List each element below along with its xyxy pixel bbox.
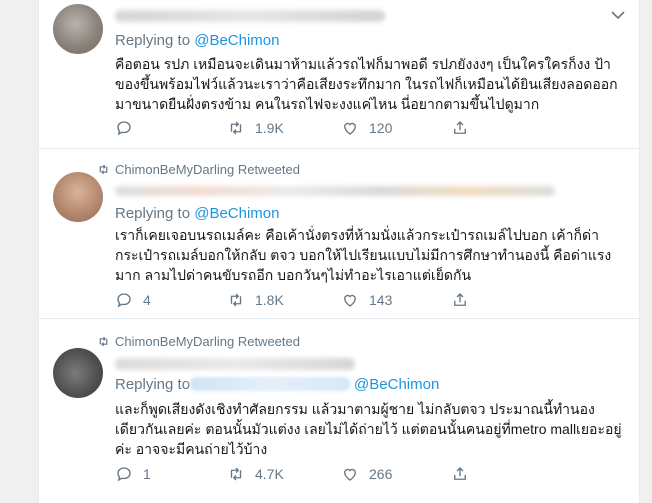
tweet-actions: 1.9K 120: [115, 118, 555, 138]
mention-link[interactable]: @BeChimon: [194, 205, 279, 222]
tweet-1[interactable]: Replying to @BeChimon คือตอน รปภ เหมือนจ…: [39, 0, 639, 149]
reply-icon: [117, 121, 131, 136]
reply-button[interactable]: 4: [115, 290, 151, 310]
like-count: 266: [369, 466, 393, 482]
window-right-margin: [638, 0, 652, 503]
reply-icon: [117, 293, 131, 308]
avatar[interactable]: [53, 348, 103, 398]
retweet-button[interactable]: 4.7K: [227, 464, 284, 484]
like-count: 143: [369, 292, 393, 308]
reply-button[interactable]: [115, 118, 143, 138]
retweet-icon: [230, 293, 242, 307]
tweet-actions: 4 1.8K 143: [115, 290, 555, 310]
like-button[interactable]: 120: [341, 118, 392, 138]
author-name-redacted: [115, 10, 385, 22]
retweet-count: 1.8K: [255, 292, 284, 308]
reply-icon: [117, 467, 131, 482]
mention-link[interactable]: @BeChimon: [194, 32, 279, 49]
chevron-down-icon[interactable]: [611, 10, 625, 20]
share-icon: [454, 293, 466, 306]
share-button[interactable]: [451, 464, 479, 484]
share-button[interactable]: [451, 290, 479, 310]
like-icon: [344, 122, 356, 135]
replying-to: Replying to @BeChimon: [115, 376, 440, 393]
tweet-timeline: Replying to @BeChimon คือตอน รปภ เหมือนจ…: [38, 0, 640, 503]
share-icon: [454, 467, 466, 480]
tweet-2[interactable]: ChimonBeMyDarling Retweeted Replying to …: [39, 148, 639, 319]
like-count: 120: [369, 120, 393, 136]
reply-count: 1: [143, 466, 151, 482]
retweet-icon: [230, 467, 242, 481]
tweet-text: คือตอน รปภ เหมือนจะเดินมาห้ามแล้วรถไฟก็ม…: [115, 56, 618, 112]
retweet-count: 4.7K: [255, 466, 284, 482]
author-name-redacted: [115, 186, 555, 196]
retweeted-icon: [99, 164, 108, 175]
tweet-3[interactable]: ChimonBeMyDarling Retweeted Replying to @…: [39, 318, 639, 503]
tweet-text: และก็พูดเสียงดังเชิงทำศัลยกรรม แล้วมาตาม…: [115, 401, 622, 457]
avatar[interactable]: [53, 172, 103, 222]
window-left-margin: [0, 0, 38, 503]
avatar[interactable]: [53, 4, 103, 54]
author-name-redacted: [115, 358, 355, 370]
like-icon: [344, 468, 356, 481]
retweet-label[interactable]: ChimonBeMyDarling Retweeted: [115, 162, 300, 177]
share-button[interactable]: [451, 118, 479, 138]
replying-to: Replying to @BeChimon: [115, 205, 280, 222]
like-icon: [344, 294, 356, 307]
replying-to: Replying to @BeChimon: [115, 32, 280, 49]
retweet-button[interactable]: 1.9K: [227, 118, 284, 138]
redacted-handles: [190, 377, 351, 391]
mention-link[interactable]: @BeChimon: [354, 376, 439, 393]
retweet-label[interactable]: ChimonBeMyDarling Retweeted: [115, 334, 300, 349]
like-button[interactable]: 143: [341, 290, 392, 310]
reply-button[interactable]: 1: [115, 464, 151, 484]
retweet-count: 1.9K: [255, 120, 284, 136]
tweet-text: เราก็เคยเจอบนรถเมล์คะ คือเค้านั่งตรงที่ห…: [115, 227, 612, 283]
like-button[interactable]: 266: [341, 464, 392, 484]
retweeted-icon: [99, 336, 108, 347]
tweet-actions: 1 4.7K 266: [115, 464, 555, 484]
retweet-icon: [230, 121, 242, 135]
share-icon: [454, 121, 466, 134]
reply-count: 4: [143, 292, 151, 308]
retweet-button[interactable]: 1.8K: [227, 290, 284, 310]
